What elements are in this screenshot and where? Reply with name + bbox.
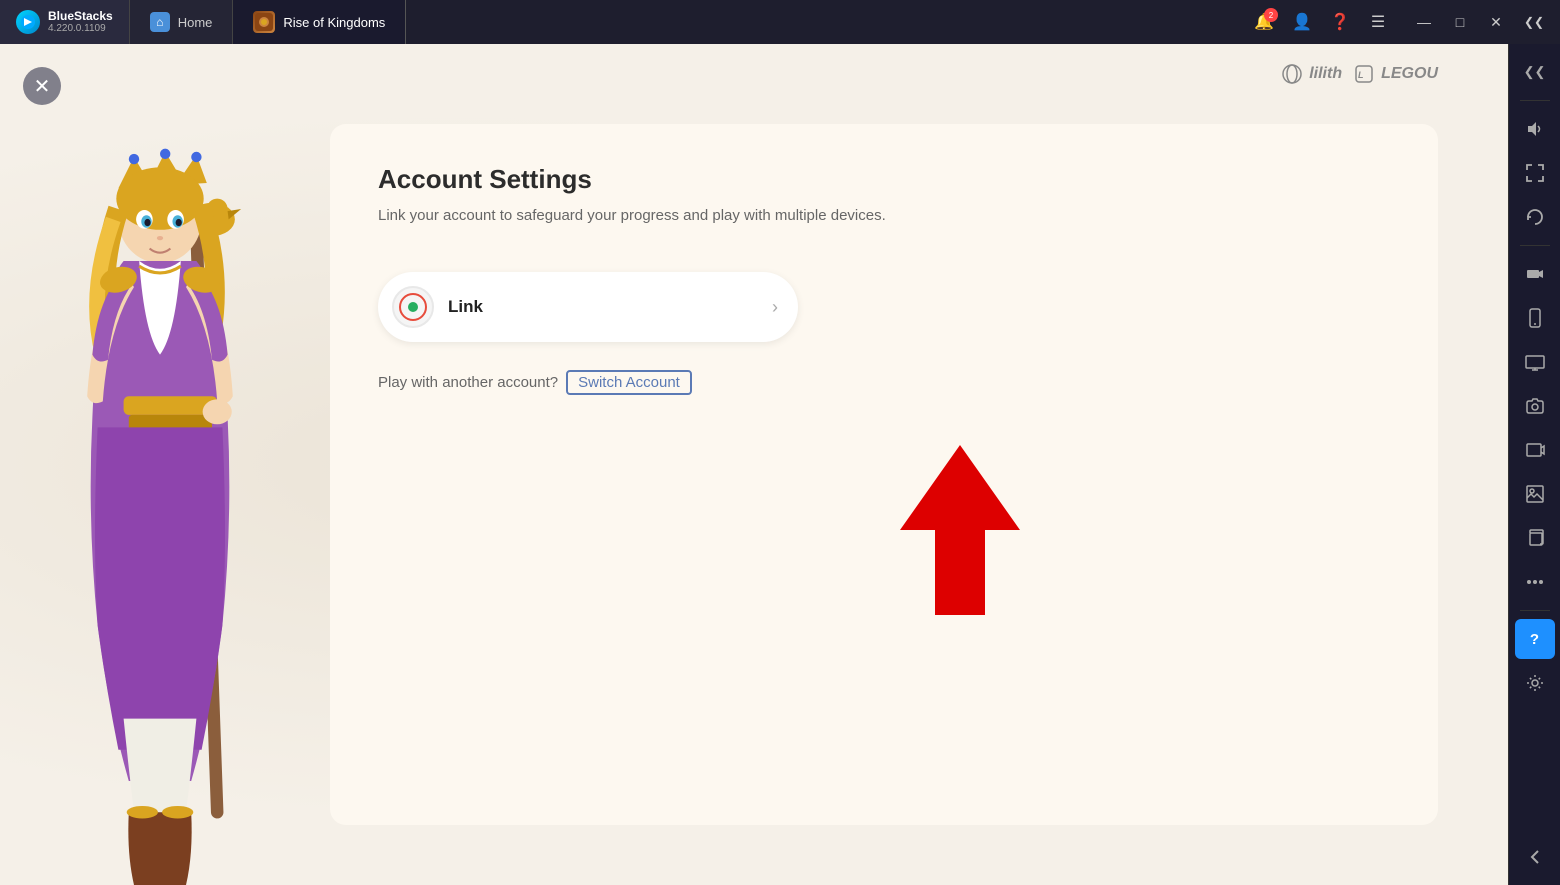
account-btn[interactable]: 👤 [1284, 4, 1320, 40]
title-bar-right: 🔔 2 👤 ❓ ☰ — □ ✕ ❮❮ [1246, 4, 1560, 40]
link-button[interactable]: Link › [378, 272, 798, 342]
tab-bar: BlueStacks 4.220.0.1109 ⌂ Home Rise of K… [0, 0, 406, 44]
video-sidebar-btn[interactable] [1515, 430, 1555, 470]
close-overlay-btn[interactable]: ✕ [20, 64, 64, 108]
help-icon: ? [1530, 631, 1539, 648]
minimize-btn[interactable]: — [1406, 4, 1442, 40]
link-chevron-icon: › [772, 297, 778, 318]
sidebar-collapse-btn[interactable]: ❮❮ [1516, 4, 1552, 40]
close-btn[interactable]: ✕ [1478, 4, 1514, 40]
sidebar-divider-2 [1520, 245, 1550, 246]
back-sidebar-btn[interactable]: ❮❮ [1515, 52, 1555, 92]
right-sidebar: ❮❮ [1508, 44, 1560, 885]
tv-sidebar-btn[interactable] [1515, 342, 1555, 382]
settings-panel: Account Settings Link your account to sa… [330, 124, 1438, 825]
game-tab[interactable]: Rise of Kingdoms [233, 0, 406, 44]
fullscreen-sidebar-btn[interactable] [1515, 153, 1555, 193]
help-sidebar-btn[interactable]: ? [1515, 619, 1555, 659]
help-btn[interactable]: ❓ [1322, 4, 1358, 40]
lilith-logo: lilith [1282, 64, 1342, 84]
bluestacks-brand-tab: BlueStacks 4.220.0.1109 [0, 0, 130, 44]
phone-sidebar-btn[interactable] [1515, 298, 1555, 338]
character-svg [0, 105, 320, 885]
home-tab-label: Home [178, 15, 213, 30]
link-icon-dot [408, 302, 418, 312]
link-label: Link [448, 297, 758, 317]
camera-sidebar-btn[interactable] [1515, 386, 1555, 426]
title-bar: BlueStacks 4.220.0.1109 ⌂ Home Rise of K… [0, 0, 1560, 44]
bluestacks-logo [16, 10, 40, 34]
maximize-btn[interactable]: □ [1442, 4, 1478, 40]
sidebar-divider-3 [1520, 610, 1550, 611]
notification-badge: 2 [1264, 8, 1278, 22]
home-tab[interactable]: ⌂ Home [130, 0, 234, 44]
home-icon: ⌂ [150, 12, 170, 32]
character-area [0, 105, 320, 885]
collapse-sidebar-btn[interactable] [1515, 837, 1555, 877]
red-arrow-annotation [880, 440, 1040, 625]
bluestacks-version: 4.220.0.1109 [48, 23, 113, 35]
bluestacks-info: BlueStacks 4.220.0.1109 [48, 9, 113, 35]
gallery-sidebar-btn[interactable] [1515, 474, 1555, 514]
more-sidebar-btn[interactable] [1515, 562, 1555, 602]
record-sidebar-btn[interactable] [1515, 254, 1555, 294]
main-content: ✕ lilith L LEGOU [0, 44, 1560, 885]
lilith-text: lilith [1309, 65, 1342, 83]
settings-sidebar-btn[interactable] [1515, 663, 1555, 703]
bluestacks-name: BlueStacks [48, 9, 113, 23]
switch-account-link[interactable]: Switch Account [566, 370, 692, 395]
game-tab-label: Rise of Kingdoms [283, 15, 385, 30]
svg-text:L: L [1358, 70, 1364, 80]
notification-btn[interactable]: 🔔 2 [1246, 4, 1282, 40]
game-tab-icon [253, 11, 275, 33]
menu-btn[interactable]: ☰ [1360, 4, 1396, 40]
switch-account-row: Play with another account? Switch Accoun… [378, 370, 1390, 395]
game-area: ✕ lilith L LEGOU [0, 44, 1508, 885]
rotate-sidebar-btn[interactable] [1515, 197, 1555, 237]
link-icon-circle [392, 286, 434, 328]
settings-subtitle: Link your account to safeguard your prog… [378, 207, 1390, 224]
window-controls: — □ ✕ [1406, 4, 1514, 40]
sidebar-divider-1 [1520, 100, 1550, 101]
copy-sidebar-btn[interactable] [1515, 518, 1555, 558]
brand-logos: lilith L LEGOU [1282, 64, 1438, 84]
settings-title: Account Settings [378, 164, 1390, 195]
link-icon-ring [399, 293, 427, 321]
switch-account-text: Play with another account? [378, 374, 558, 391]
close-circle-icon: ✕ [23, 67, 61, 105]
legou-logo: L LEGOU [1354, 64, 1438, 84]
sound-sidebar-btn[interactable] [1515, 109, 1555, 149]
legou-text: LEGOU [1381, 65, 1438, 83]
